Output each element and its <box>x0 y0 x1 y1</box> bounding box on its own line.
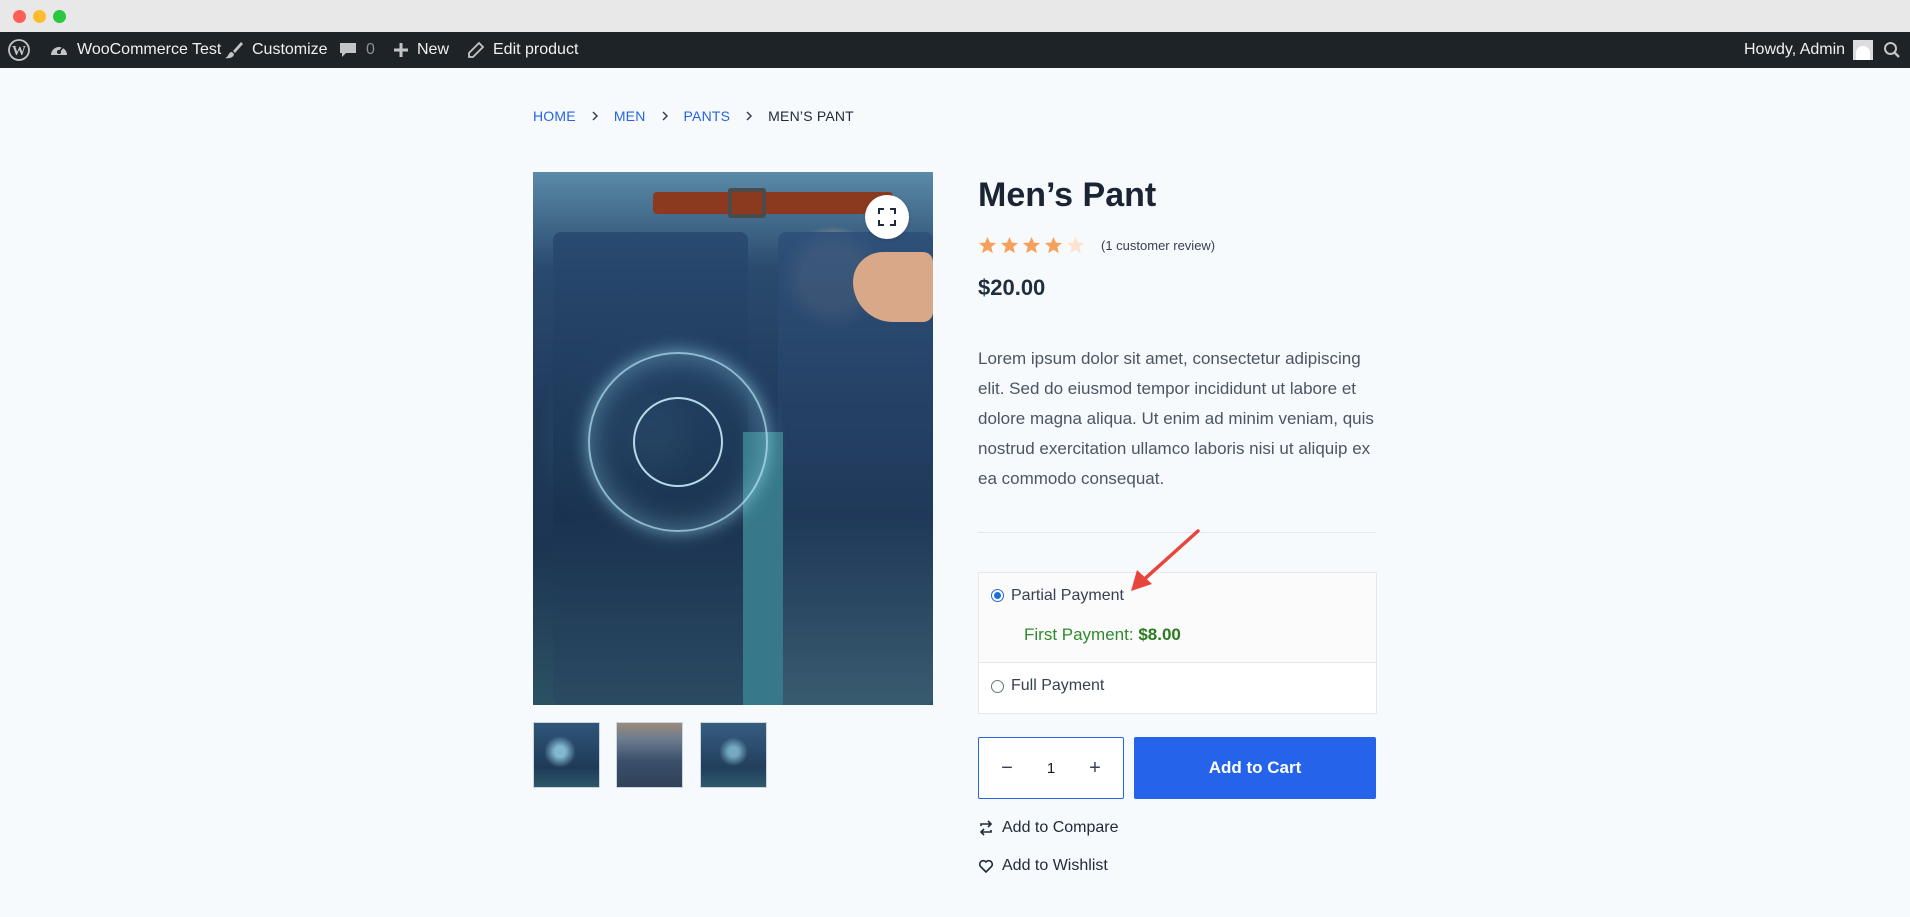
edit-product-link[interactable]: Edit product <box>467 32 578 68</box>
chevron-right-icon <box>646 111 684 121</box>
new-content-menu[interactable]: New <box>393 32 449 68</box>
add-to-cart-button[interactable]: Add to Cart <box>1134 737 1376 799</box>
customize-menu[interactable]: Customize <box>224 32 328 68</box>
image-zoom-button[interactable] <box>865 195 909 239</box>
full-payment-label[interactable]: Full Payment <box>1011 677 1104 695</box>
quantity-decrease-button[interactable]: − <box>997 757 1017 779</box>
breadcrumb-men[interactable]: MEN <box>614 108 646 124</box>
star-rating: (1 customer review) <box>978 236 1215 255</box>
customize-label: Customize <box>252 41 328 58</box>
heart-icon <box>978 859 994 874</box>
breadcrumb-current: MEN’S PANT <box>768 108 854 124</box>
chevron-right-icon <box>730 111 768 121</box>
breadcrumb-pants[interactable]: PANTS <box>684 108 731 124</box>
dashboard-gauge-icon <box>51 46 67 55</box>
product-thumbnail[interactable] <box>533 722 600 788</box>
howdy-label: Howdy, Admin <box>1744 41 1846 58</box>
partial-payment-radio[interactable] <box>991 589 1004 602</box>
add-to-wishlist-link[interactable]: Add to Wishlist <box>978 857 1108 875</box>
add-to-compare-label: Add to Compare <box>1002 819 1119 836</box>
comments-menu[interactable]: 0 <box>338 32 375 68</box>
annotation-arrow <box>1131 529 1200 591</box>
site-name-menu[interactable]: WooCommerce Test <box>49 32 221 68</box>
quantity-increase-button[interactable]: + <box>1085 757 1105 779</box>
site-name: WooCommerce Test <box>77 41 222 58</box>
product-thumbnail[interactable] <box>616 722 683 788</box>
star-icon <box>1022 236 1041 254</box>
breadcrumb: HOME MEN PANTS MEN’S PANT <box>533 108 854 124</box>
star-icon <box>1044 236 1063 254</box>
minimize-window-button[interactable] <box>33 10 46 23</box>
product-description: Lorem ipsum dolor sit amet, consectetur … <box>978 349 1374 488</box>
close-window-button[interactable] <box>13 10 26 23</box>
star-icon <box>1000 236 1019 254</box>
wordpress-logo-icon: W <box>8 39 30 61</box>
comment-bubble-icon <box>340 43 356 57</box>
search-icon <box>1884 42 1900 58</box>
pencil-icon <box>468 41 485 58</box>
full-payment-radio[interactable] <box>991 680 1004 693</box>
maximize-window-button[interactable] <box>53 10 66 23</box>
comments-count: 0 <box>366 41 375 58</box>
wordpress-menu[interactable]: W <box>8 32 30 68</box>
product-price: $20.00 <box>978 275 1046 300</box>
first-payment-label: First Payment: <box>1024 625 1134 644</box>
paintbrush-icon <box>225 42 243 59</box>
avatar <box>1853 40 1874 60</box>
star-empty-icon <box>1066 236 1085 254</box>
star-icon <box>978 236 997 254</box>
first-payment-amount: $8.00 <box>1138 625 1181 644</box>
my-account-menu[interactable]: Howdy, Admin <box>1744 32 1874 68</box>
fullscreen-icon <box>878 208 896 226</box>
chevron-right-icon <box>576 111 614 121</box>
admin-search-button[interactable] <box>1883 32 1901 68</box>
partial-payment-label[interactable]: Partial Payment <box>1011 587 1124 605</box>
add-to-compare-link[interactable]: Add to Compare <box>978 819 1119 837</box>
product-main-image[interactable] <box>533 172 933 705</box>
svg-text:W: W <box>12 44 26 59</box>
customer-review-link[interactable]: (1 customer review) <box>1101 238 1215 253</box>
new-label: New <box>417 41 450 58</box>
plus-icon <box>394 43 408 57</box>
product-thumbnail[interactable] <box>700 722 767 788</box>
product-title: Men’s Pant <box>978 176 1157 214</box>
window-titlebar <box>0 0 1910 32</box>
admin-bar: W WooCommerce Test Customize 0 New Edit … <box>0 32 1910 68</box>
add-to-wishlist-label: Add to Wishlist <box>1002 857 1108 874</box>
first-payment-info: First Payment: $8.00 <box>1024 625 1181 645</box>
quantity-input[interactable]: 1 <box>1047 760 1055 777</box>
edit-product-label: Edit product <box>493 41 579 58</box>
quantity-stepper: − 1 + <box>978 737 1124 799</box>
compare-arrows-icon <box>979 820 993 836</box>
breadcrumb-home[interactable]: HOME <box>533 108 576 124</box>
